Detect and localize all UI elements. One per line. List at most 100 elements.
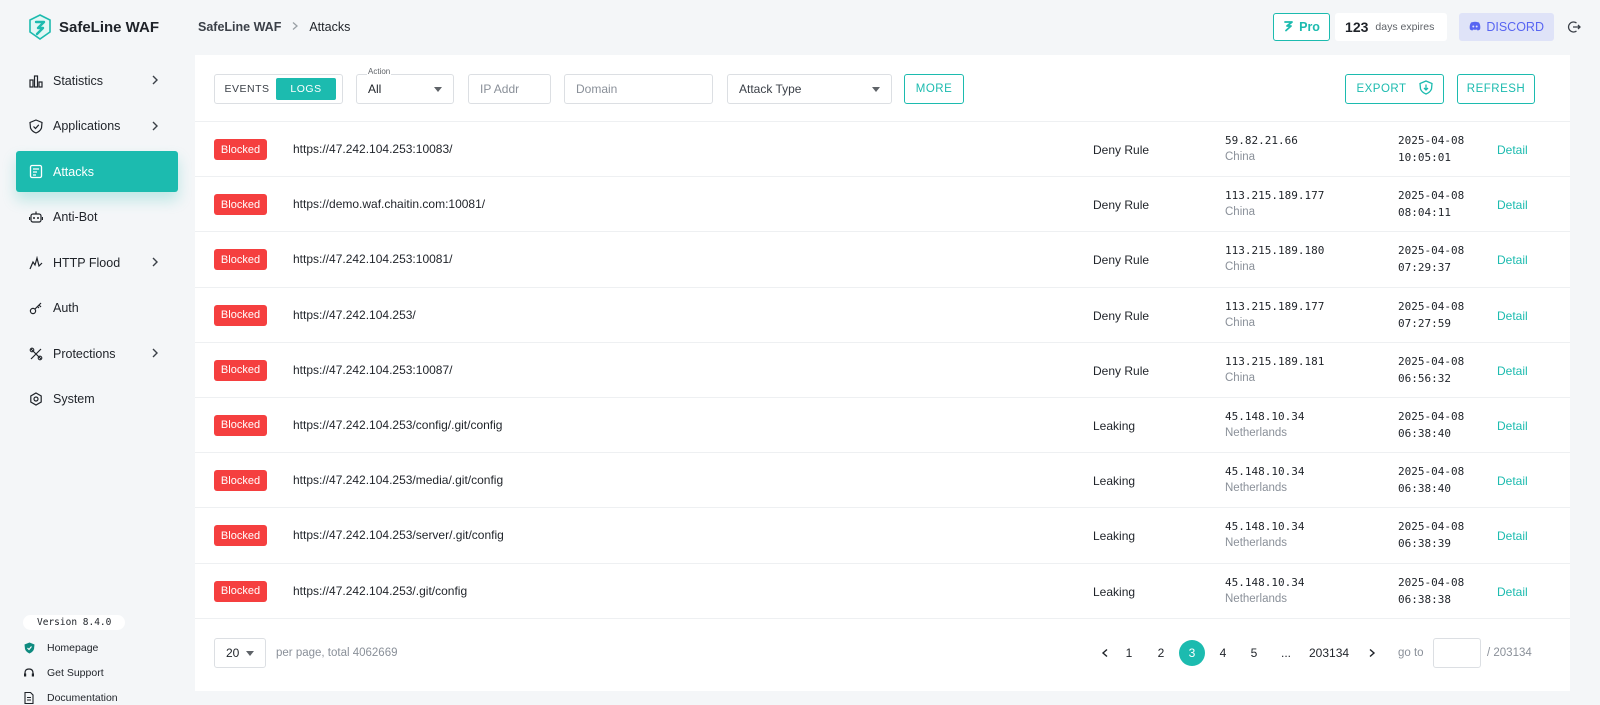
table-row: Blocked https://47.242.104.253/.git/conf… — [195, 564, 1570, 619]
detail-link[interactable]: Detail — [1497, 309, 1528, 323]
rule-type: Leaking — [1093, 529, 1136, 544]
sidebar-item-label: HTTP Flood — [53, 255, 121, 270]
attack-type-select[interactable]: Attack Type — [727, 74, 892, 104]
sidebar-item-applications[interactable]: Applications — [16, 106, 178, 147]
export-label: EXPORT — [1356, 83, 1407, 95]
source-country: China — [1225, 261, 1256, 274]
ip-address-input[interactable]: IP Addr — [468, 74, 551, 104]
source-ip: 113.215.189.177 — [1225, 299, 1325, 313]
sidebar-item-attacks[interactable]: Attacks — [16, 151, 178, 192]
attack-log-table: Blocked https://47.242.104.253:10083/ De… — [195, 122, 1570, 619]
chevron-left-icon — [1101, 648, 1108, 658]
source-country: Netherlands — [1225, 482, 1288, 495]
breadcrumb-root[interactable]: SafeLine WAF — [198, 20, 281, 34]
event-time: 06:38:39 — [1398, 537, 1451, 551]
detail-link[interactable]: Detail — [1497, 529, 1528, 543]
logs-tab[interactable]: LOGS — [276, 78, 336, 100]
page-button[interactable]: 5 — [1241, 640, 1267, 666]
detail-link[interactable]: Detail — [1497, 198, 1528, 212]
sidebar-footer: Version 8.4.0 Homepage Get Support Docum… — [23, 613, 126, 705]
page-ellipsis[interactable]: ... — [1273, 640, 1299, 666]
pro-badge[interactable]: Pro — [1273, 13, 1331, 41]
source-country: Netherlands — [1225, 426, 1288, 439]
detail-link[interactable]: Detail — [1497, 364, 1528, 378]
sidebar-item-label: System — [53, 392, 95, 406]
source-country: China — [1225, 206, 1256, 219]
source-ip: 59.82.21.66 — [1225, 134, 1298, 147]
goto-page-input[interactable] — [1433, 638, 1481, 668]
footer-link-label: Homepage — [47, 641, 99, 654]
homepage-link[interactable]: Homepage — [23, 636, 125, 659]
detail-link[interactable]: Detail — [1497, 143, 1528, 157]
detail-link[interactable]: Detail — [1497, 585, 1528, 599]
discord-button[interactable]: DISCORD — [1459, 13, 1554, 41]
header-actions: Pro 123 days expires DISCORD — [1273, 13, 1600, 41]
sidebar-item-system[interactable]: System — [16, 379, 178, 420]
action-select[interactable]: All — [356, 74, 454, 104]
more-button[interactable]: MORE — [904, 74, 964, 104]
page-button-last[interactable]: 203134 — [1309, 640, 1349, 666]
page-button[interactable]: 1 — [1116, 640, 1142, 666]
events-tab[interactable]: EVENTS — [218, 78, 276, 100]
discord-icon — [1469, 20, 1481, 34]
sidebar-item-auth[interactable]: Auth — [16, 288, 178, 329]
shield-small-icon — [23, 642, 35, 654]
sidebar-item-protections[interactable]: Protections — [16, 333, 178, 374]
rule-type: Deny Rule — [1093, 198, 1150, 213]
detail-link[interactable]: Detail — [1497, 474, 1528, 488]
app-logo[interactable]: SafeLine WAF — [28, 14, 159, 40]
table-row: Blocked https://47.242.104.253/server/.g… — [195, 508, 1570, 564]
page-button[interactable]: 4 — [1210, 640, 1236, 666]
license-expiry: 123 days expires — [1335, 13, 1448, 41]
filter-toolbar: EVENTS LOGS All Action IP Addr Domain At… — [195, 55, 1570, 122]
source-country: China — [1225, 151, 1256, 163]
version-badge: Version 8.4.0 — [23, 615, 126, 630]
export-button[interactable]: EXPORT — [1345, 74, 1444, 104]
app-name: SafeLine WAF — [59, 18, 160, 36]
chevron-right-icon — [152, 348, 158, 358]
domain-placeholder: Domain — [576, 82, 618, 96]
source-ip: 45.148.10.34 — [1225, 409, 1305, 423]
logout-button[interactable] — [1560, 13, 1588, 41]
source-ip: 113.215.189.180 — [1225, 244, 1325, 258]
event-date: 2025-04-08 — [1398, 575, 1465, 589]
table-row: Blocked https://47.242.104.253/ Deny Rul… — [195, 288, 1570, 343]
domain-input[interactable]: Domain — [564, 74, 713, 104]
flood-icon — [28, 255, 44, 271]
headset-icon — [23, 667, 35, 679]
footer-link-label: Documentation — [47, 691, 118, 704]
detail-link[interactable]: Detail — [1497, 419, 1528, 433]
view-toggle: EVENTS LOGS — [214, 74, 343, 104]
sidebar-item-statistics[interactable]: Statistics — [16, 60, 178, 101]
prev-page-button[interactable] — [1092, 640, 1118, 666]
sidebar-item-anti-bot[interactable]: Anti-Bot — [16, 197, 178, 238]
refresh-button[interactable]: REFRESH — [1457, 74, 1535, 104]
documentation-link[interactable]: Documentation — [23, 686, 125, 705]
rule-type: Deny Rule — [1093, 143, 1150, 157]
key-icon — [28, 300, 44, 316]
safeline-logo-icon — [29, 14, 51, 40]
next-page-button[interactable] — [1359, 640, 1385, 666]
breadcrumb-separator-icon — [291, 20, 299, 34]
shield-icon — [28, 118, 44, 134]
event-date: 2025-04-08 — [1398, 520, 1465, 534]
page-button-current[interactable]: 3 — [1179, 640, 1205, 666]
page-size-select[interactable]: 20 — [214, 638, 266, 668]
page-button[interactable]: 2 — [1148, 640, 1174, 666]
get-support-link[interactable]: Get Support — [23, 661, 125, 684]
event-time: 06:38:40 — [1398, 426, 1451, 440]
ip-address-placeholder: IP Addr — [480, 82, 520, 96]
detail-link[interactable]: Detail — [1497, 253, 1528, 267]
action-select-label: Action — [367, 67, 392, 76]
caret-down-icon — [872, 87, 880, 92]
status-badge: Blocked — [214, 139, 267, 160]
sidebar-item-label: Protections — [53, 346, 116, 361]
event-date: 2025-04-08 — [1398, 409, 1465, 423]
goto-total: / 203134 — [1487, 647, 1532, 659]
request-url: https://47.242.104.253/media/.git/config — [293, 473, 504, 488]
sidebar-item-label: Anti-Bot — [53, 210, 98, 224]
sidebar-item-http-flood[interactable]: HTTP Flood — [16, 242, 178, 283]
rule-type: Leaking — [1093, 584, 1136, 599]
event-date: 2025-04-08 — [1398, 244, 1465, 258]
sidebar-item-label: Statistics — [53, 73, 104, 88]
